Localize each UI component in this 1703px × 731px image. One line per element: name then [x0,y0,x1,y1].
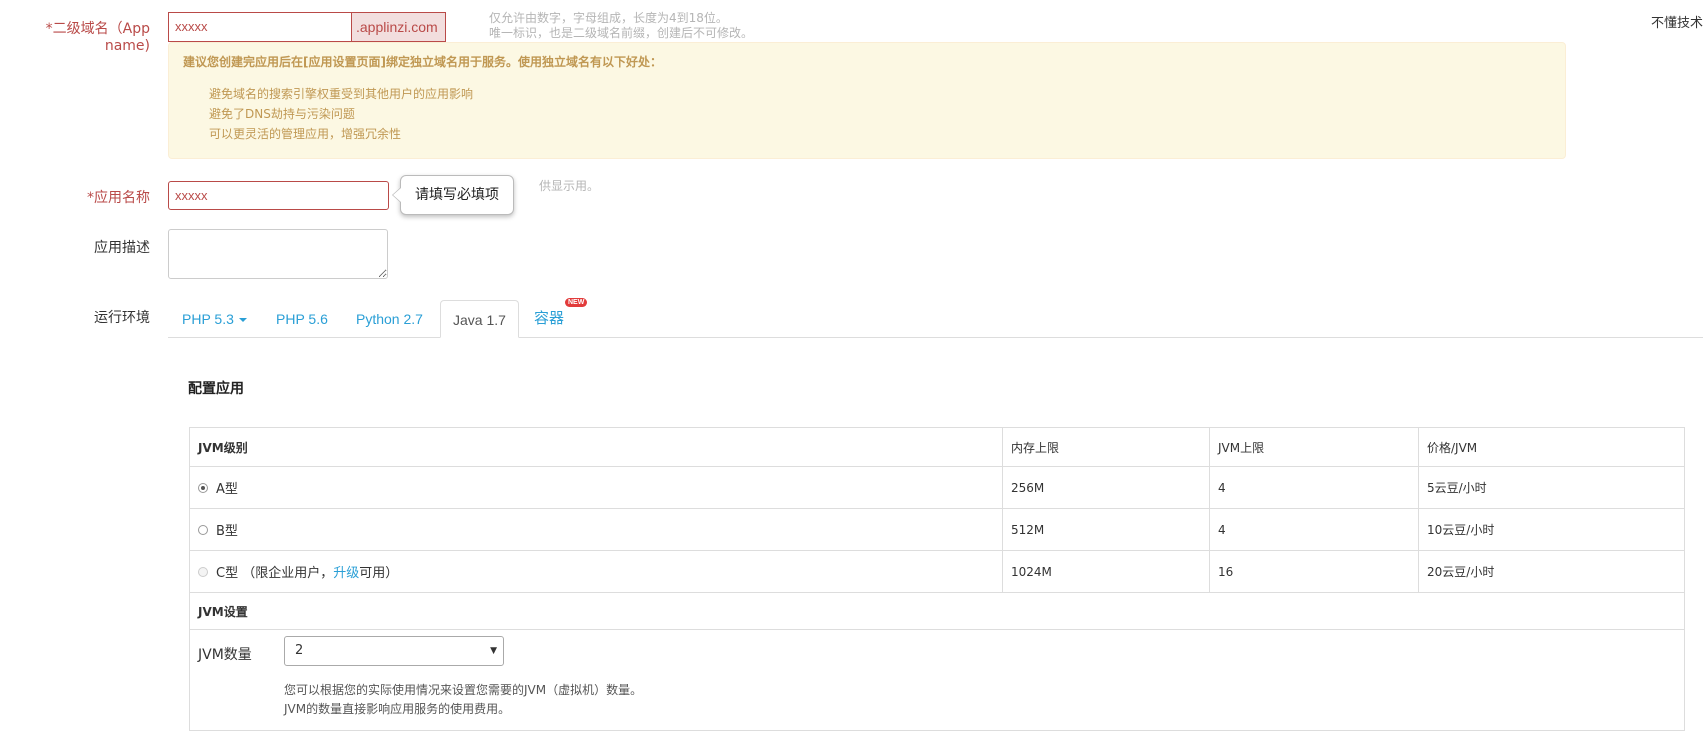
tab-label: PHP 5.3 [182,311,234,327]
memory-cell: 256M [1002,467,1209,508]
top-right-help-link[interactable]: 不懂技术 [1651,12,1703,31]
alert-item: 避免了DNS劫持与污染问题 [209,107,355,121]
required-field-tooltip: 请填写必填项 [392,175,514,215]
app-name-label: *应用名称 [87,190,150,206]
jvm-count-label: JVM数量 [198,647,252,663]
app-name-input[interactable]: xxxxx [168,181,389,210]
column-header: JVM级别 [198,440,248,455]
jvm-count-note: JVM的数量直接影响应用服务的使用费用。 [284,702,511,716]
jvm-level-a-cell[interactable]: A型 [190,467,1002,508]
radio-b[interactable] [198,524,208,535]
alert-item: 可以更灵活的管理应用，增强冗余性 [209,127,402,141]
column-header: JVM上限 [1209,428,1418,466]
new-badge: NEW [565,298,588,307]
jvm-count-note: 您可以根据您的实际使用情况来设置您需要的JVM（虚拟机）数量。 [284,683,643,697]
app-domain-input[interactable]: xxxxx [168,12,352,42]
jvm-limit-cell: 4 [1209,509,1418,550]
jvm-limit-cell: 4 [1209,467,1418,508]
table-row: B型 512M 4 10云豆/小时 [190,509,1684,551]
jvm-level-name: A型 [216,482,238,497]
jvm-level-name: B型 [216,524,238,539]
tab-python27[interactable]: Python 2.7 [356,300,423,338]
jvm-level-name-prefix: C型 （限企业用户， [216,566,334,581]
jvm-count-select[interactable]: 2 ▼ [284,636,504,666]
jvm-level-c-cell: C型 （限企业用户， 升级 可用） [190,551,1002,592]
jvm-limit-cell: 16 [1209,551,1418,592]
tab-php53[interactable]: PHP 5.3 [182,300,247,338]
table-row: A型 256M 4 5云豆/小时 [190,467,1684,509]
alert-item: 避免域名的搜索引擎权重受到其他用户的应用影响 [209,87,474,101]
jvm-level-b-cell[interactable]: B型 [190,509,1002,550]
table-row: C型 （限企业用户， 升级 可用） 1024M 16 20云豆/小时 [190,551,1684,593]
tab-java17[interactable]: Java 1.7 [440,300,519,338]
column-header: 内存上限 [1002,428,1209,466]
jvm-settings-title: JVM设置 [198,604,248,619]
price-cell: 20云豆/小时 [1418,551,1686,592]
caret-down-icon [238,318,247,323]
jvm-level-name-suffix: 可用） [359,566,399,581]
app-domain-label: *二级域名（App name) [45,21,150,54]
memory-cell: 512M [1002,509,1209,550]
price-cell: 5云豆/小时 [1418,467,1686,508]
app-domain-hint: 仅允许由数字，字母组成，长度为4到18位。 唯一标识，也是二级域名前缀，创建后不… [489,11,753,41]
runtime-label: 运行环境 [94,310,150,326]
price-cell: 10云豆/小时 [1418,509,1686,550]
app-desc-label: 应用描述 [94,240,150,256]
alert-title: 建议您创建完应用后在[应用设置页面]绑定独立域名用于服务。使用独立域名有以下好处… [183,55,662,69]
column-header: 价格/JVM [1418,428,1686,466]
radio-c [198,566,208,577]
app-domain-hint-line2: 唯一标识，也是二级域名前缀，创建后不可修改。 [489,26,754,40]
tab-container[interactable]: 容器 [534,300,564,338]
table-header-row: JVM级别 内存上限 JVM上限 价格/JVM [190,428,1684,467]
jvm-settings-row: JVM设置 [190,593,1684,630]
dropdown-arrow-icon: ▼ [490,646,497,656]
jvm-count-value: 2 [295,643,304,658]
tab-php56[interactable]: PHP 5.6 [276,300,328,338]
app-name-hint: 供显示用。 [539,179,600,193]
app-domain-hint-line1: 仅允许由数字，字母组成，长度为4到18位。 [489,11,728,25]
radio-a[interactable] [198,482,208,493]
app-desc-textarea[interactable] [168,229,388,279]
domain-advice-alert: 建议您创建完应用后在[应用设置页面]绑定独立域名用于服务。使用独立域名有以下好处… [168,42,1566,159]
app-domain-suffix: .applinzi.com [351,12,446,42]
config-section-title: 配置应用 [188,381,244,397]
memory-cell: 1024M [1002,551,1209,592]
upgrade-link[interactable]: 升级 [333,562,359,581]
